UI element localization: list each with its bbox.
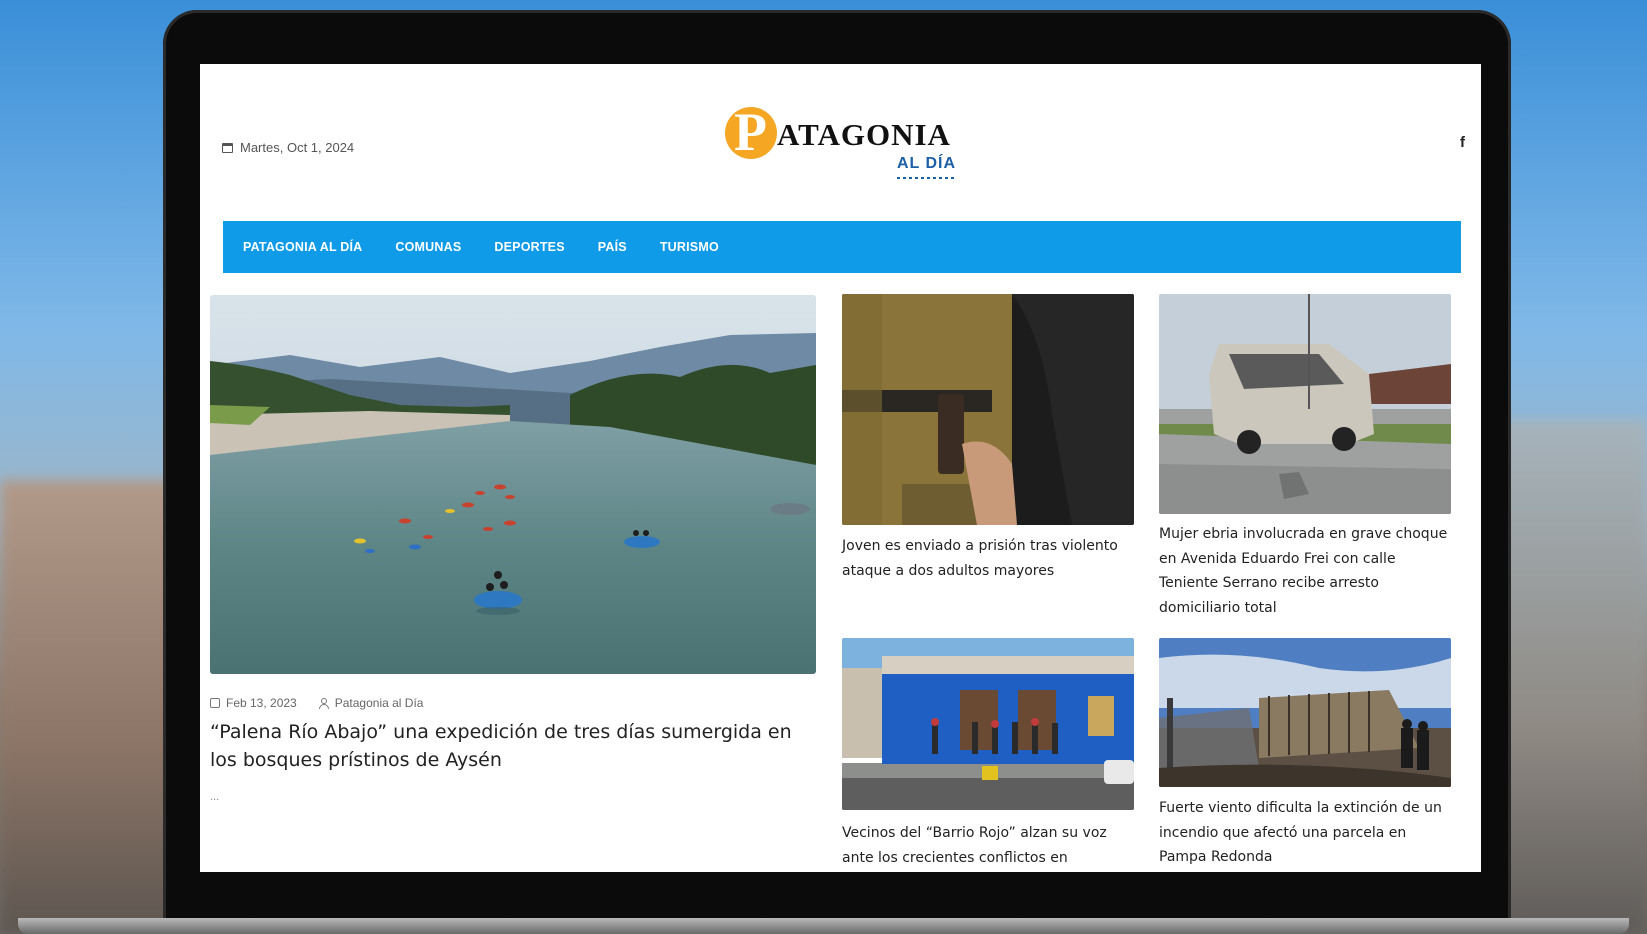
nav-item-pais[interactable]: PAÍS <box>598 240 627 254</box>
feature-date: Feb 13, 2023 <box>226 696 297 710</box>
card-title-fire[interactable]: Fuerte viento dificulta la extinción de … <box>1159 796 1451 870</box>
logo-wave <box>897 177 955 179</box>
card-title-police[interactable]: Joven es enviado a prisión tras violento… <box>842 534 1134 583</box>
user-icon <box>318 697 329 709</box>
logo-letter: P <box>734 102 767 162</box>
feature-excerpt: ... <box>210 791 220 803</box>
calendar-icon <box>210 698 220 708</box>
card-image-neighborhood[interactable] <box>842 638 1134 810</box>
website-screen: Martes, Oct 1, 2024 P ATAGONIA AL DÍA f … <box>200 64 1481 872</box>
card-title-neighborhood[interactable]: Vecinos del “Barrio Rojo” alzan su voz a… <box>842 821 1134 870</box>
site-header: Martes, Oct 1, 2024 P ATAGONIA AL DÍA f <box>200 64 1481 214</box>
card-title-crash[interactable]: Mujer ebria involucrada en grave choque … <box>1159 522 1451 620</box>
site-logo[interactable]: P ATAGONIA AL DÍA <box>725 102 965 187</box>
laptop-base <box>18 918 1629 934</box>
logo-sub-text: AL DÍA <box>897 155 957 172</box>
header-date-text: Martes, Oct 1, 2024 <box>240 140 355 155</box>
logo-main-text: ATAGONIA <box>777 117 951 152</box>
nav-item-patagonia-al-dia[interactable]: PATAGONIA AL DÍA <box>243 240 362 254</box>
feature-title[interactable]: “Palena Río Abajo” una expedición de tre… <box>210 718 810 774</box>
calendar-icon <box>222 142 233 153</box>
card-image-fire[interactable] <box>1159 638 1451 787</box>
nav-item-comunas[interactable]: COMUNAS <box>395 240 461 254</box>
feature-meta: Feb 13, 2023 Patagonia al Día <box>210 696 423 710</box>
nav-item-deportes[interactable]: DEPORTES <box>494 240 564 254</box>
nav-item-turismo[interactable]: TURISMO <box>660 240 719 254</box>
header-date: Martes, Oct 1, 2024 <box>222 140 354 155</box>
facebook-icon[interactable]: f <box>1460 134 1465 151</box>
main-nav: PATAGONIA AL DÍA COMUNAS DEPORTES PAÍS T… <box>223 221 1461 273</box>
feature-author[interactable]: Patagonia al Día <box>335 696 424 710</box>
feature-image[interactable] <box>210 295 816 674</box>
card-image-police[interactable] <box>842 294 1134 525</box>
card-image-crash[interactable] <box>1159 294 1451 514</box>
background-blur-left <box>0 480 190 934</box>
